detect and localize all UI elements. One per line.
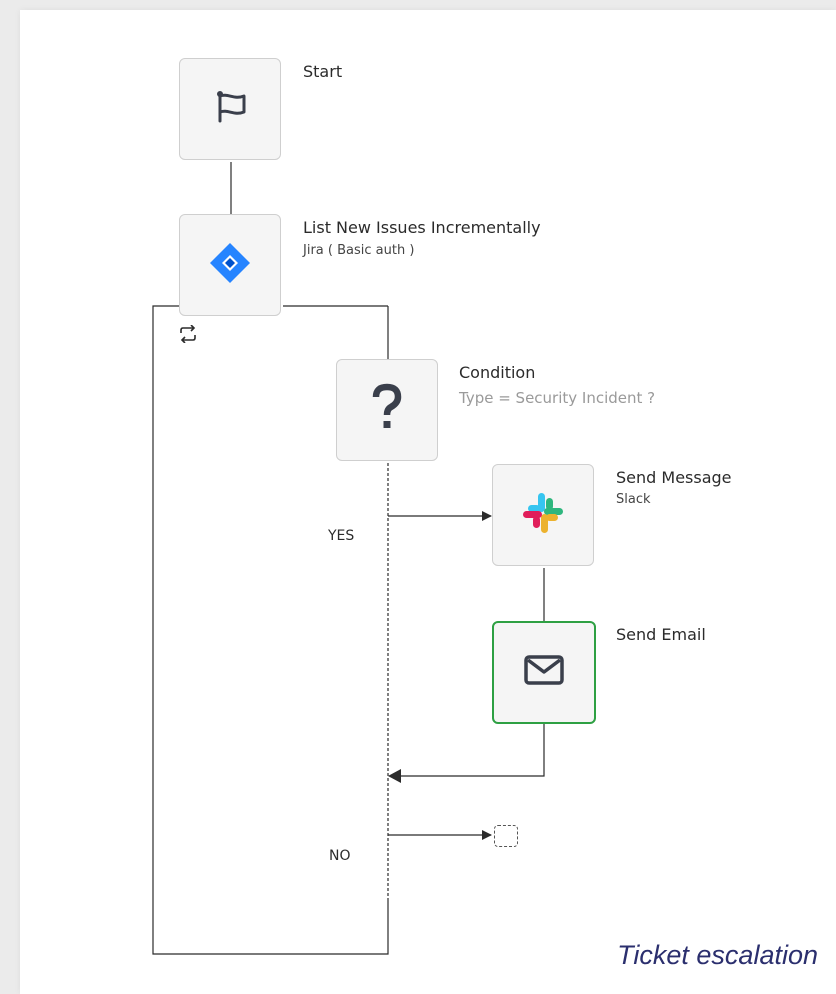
workflow-connectors (152, 162, 545, 955)
condition-title: Condition (459, 363, 536, 382)
workflow-caption: Ticket escalation (617, 940, 818, 970)
flag-icon (208, 85, 252, 134)
loop-icon[interactable] (178, 324, 198, 344)
condition-expression: Type = Security Incident ? (459, 389, 656, 407)
no-branch-label: NO (329, 848, 351, 864)
connector-email-merge (390, 724, 545, 777)
send-email-node[interactable] (492, 621, 596, 724)
yes-branch-label: YES (328, 528, 355, 544)
send-message-title: Send Message (616, 468, 732, 487)
start-title: Start (303, 62, 343, 81)
jira-step-subtitle: Jira ( Basic auth ) (303, 243, 415, 258)
jira-list-issues-node[interactable] (179, 214, 281, 316)
jira-step-title: List New Issues Incrementally (303, 218, 541, 237)
question-mark-icon (365, 383, 409, 438)
condition-node[interactable] (336, 359, 438, 461)
jira-icon (208, 241, 252, 290)
slack-icon (519, 489, 567, 542)
start-node[interactable] (179, 58, 281, 160)
send-email-title: Send Email (616, 625, 706, 644)
send-message-subtitle: Slack (616, 492, 651, 507)
merge-arrowhead (388, 769, 401, 783)
add-step-placeholder[interactable] (494, 825, 518, 847)
envelope-icon (522, 652, 566, 693)
send-message-node[interactable] (492, 464, 594, 566)
